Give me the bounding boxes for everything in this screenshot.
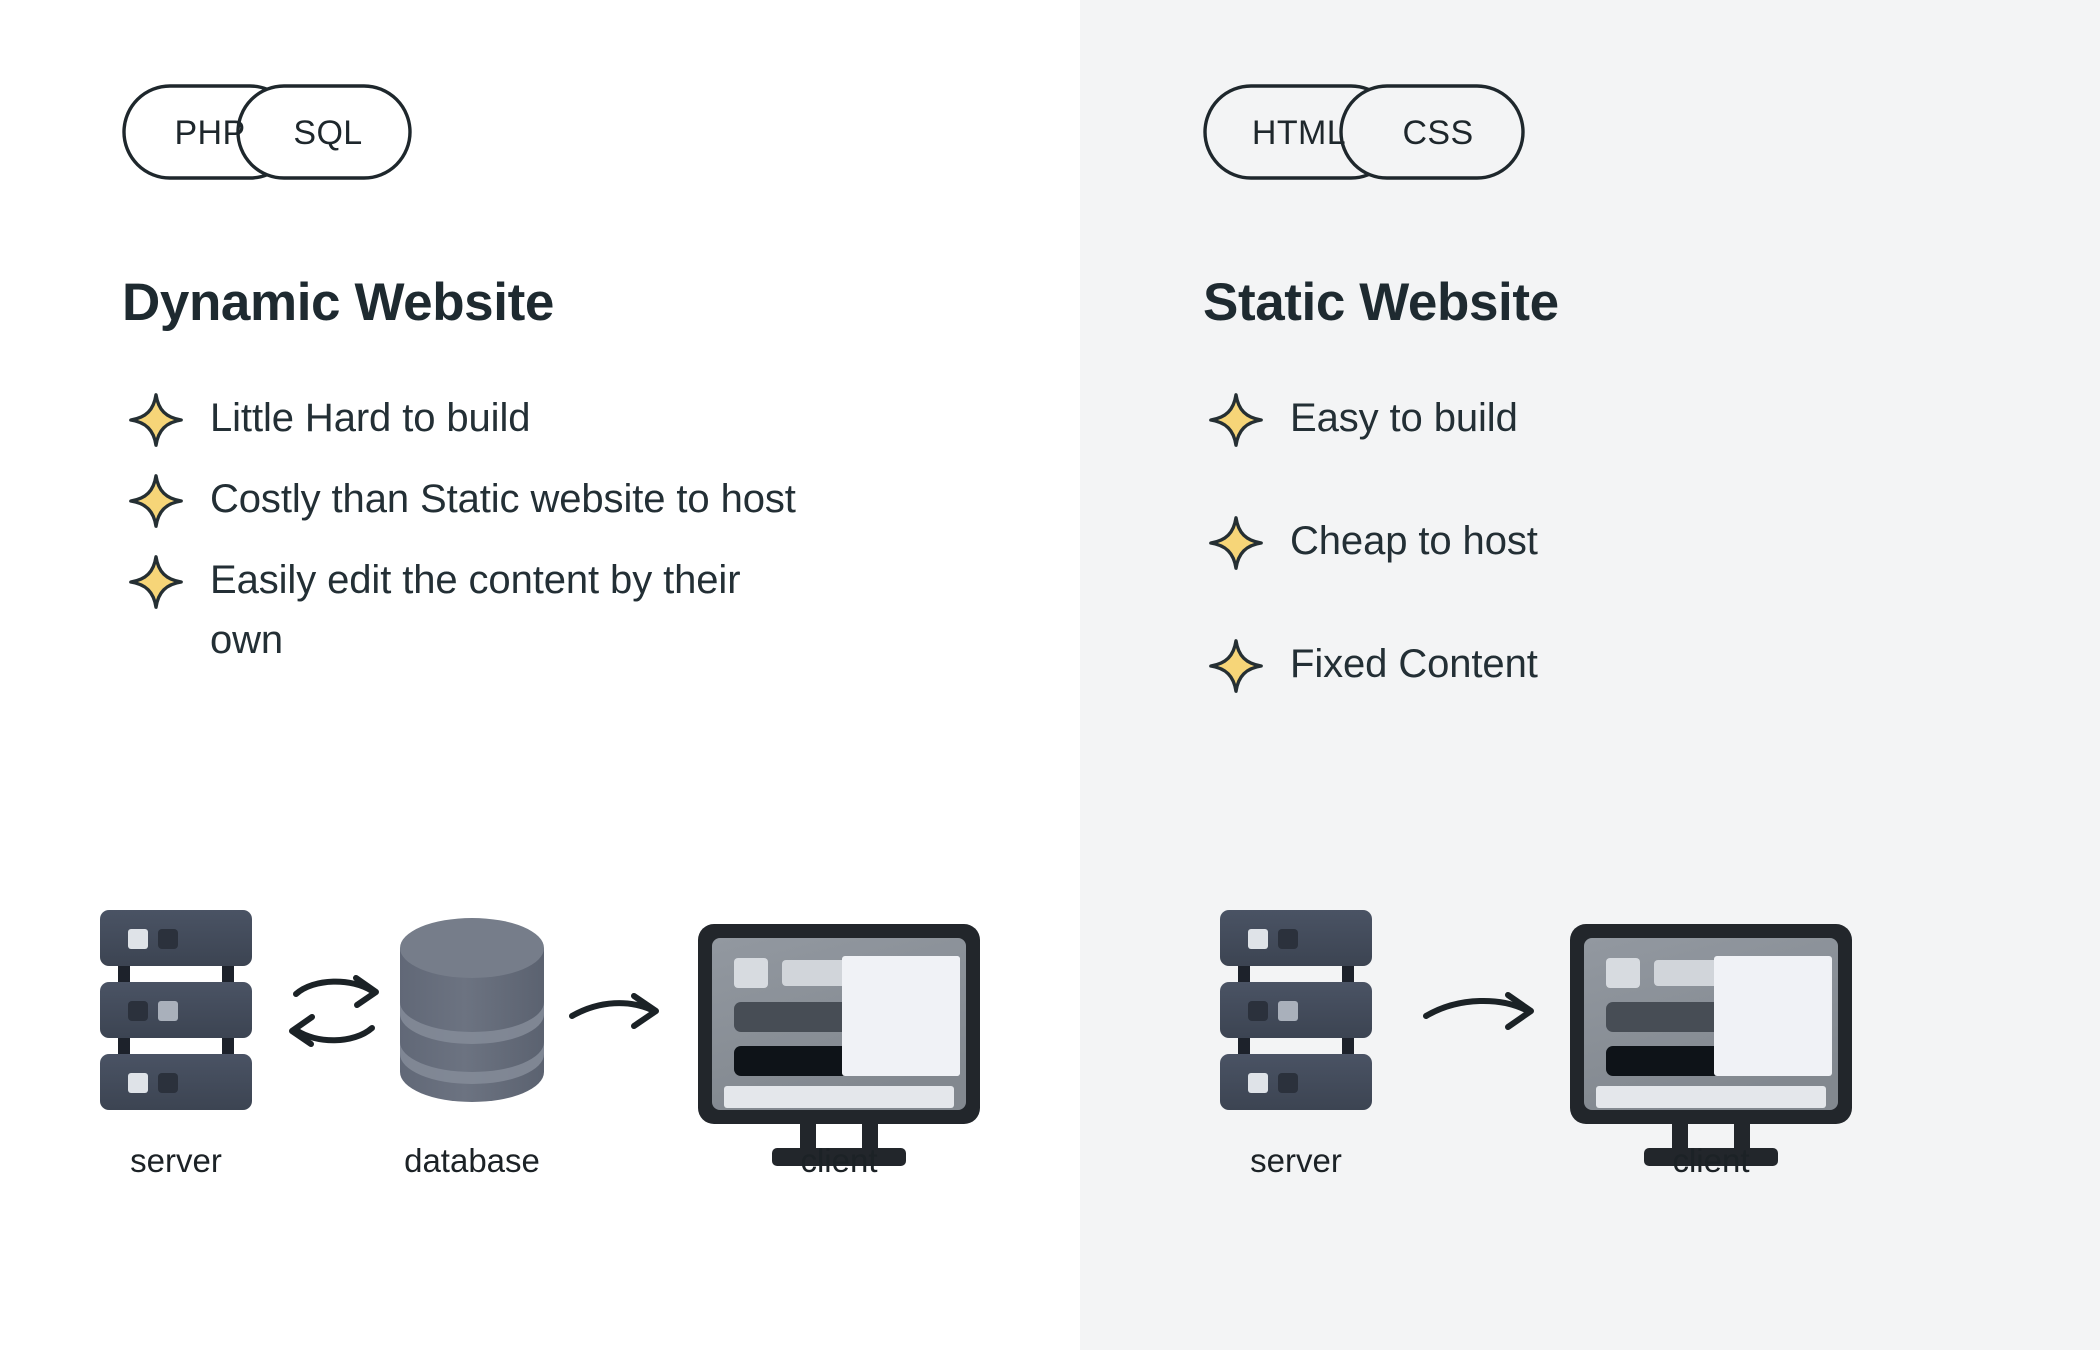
diagram-static: server client bbox=[1220, 910, 1940, 1230]
list-item: Fixed Content bbox=[1208, 634, 1908, 695]
bullet-text: Easy to build bbox=[1290, 396, 1518, 440]
heading-dynamic-website: Dynamic Website bbox=[122, 273, 554, 332]
monitor-icon bbox=[698, 924, 980, 1166]
list-item: Easily edit the content by their own bbox=[128, 550, 888, 672]
tag-group-dynamic: PHP SQL bbox=[122, 82, 482, 182]
panel-dynamic-website: PHP SQL Dynamic Website Little Hard to b… bbox=[0, 0, 1080, 1350]
list-item: Costly than Static website to host bbox=[128, 469, 888, 530]
sparkle-icon bbox=[128, 554, 184, 610]
tag-sql-label: SQL bbox=[293, 114, 362, 152]
monitor-icon bbox=[1570, 924, 1852, 1166]
sparkle-icon bbox=[1208, 515, 1264, 571]
comparison-infographic: PHP SQL Dynamic Website Little Hard to b… bbox=[0, 0, 2100, 1350]
bullet-text: Costly than Static website to host bbox=[210, 476, 796, 521]
server-icon bbox=[1220, 910, 1372, 1110]
sparkle-icon bbox=[1208, 392, 1264, 448]
tag-html-label: HTML bbox=[1252, 114, 1346, 152]
sparkle-icon bbox=[128, 392, 184, 448]
bullet-list-static: Easy to build Cheap to host Fixed Conten… bbox=[1208, 388, 1908, 714]
arrow-right-icon bbox=[1423, 992, 1534, 1030]
label-client: client bbox=[1672, 1142, 1749, 1179]
database-icon bbox=[400, 918, 544, 1102]
bullet-text: Cheap to host bbox=[1290, 518, 1538, 563]
list-item: Cheap to host bbox=[1208, 511, 1908, 572]
bullet-text: Easily edit the content by their own bbox=[210, 557, 741, 663]
list-item: Little Hard to build bbox=[128, 388, 888, 449]
arrow-right-icon bbox=[569, 993, 659, 1029]
arrow-bidirectional-icon bbox=[289, 975, 379, 1047]
label-client: client bbox=[800, 1142, 877, 1179]
sparkle-icon bbox=[1208, 638, 1264, 694]
server-icon bbox=[100, 910, 252, 1110]
diagram-dynamic: server database client bbox=[100, 910, 1000, 1230]
bullet-text: Fixed Content bbox=[1290, 641, 1538, 686]
heading-static-website: Static Website bbox=[1203, 273, 1559, 332]
bullet-text: Little Hard to build bbox=[210, 396, 531, 440]
sparkle-icon bbox=[128, 473, 184, 529]
tag-css-label: CSS bbox=[1402, 114, 1473, 152]
tag-php-label: PHP bbox=[174, 114, 245, 152]
list-item: Easy to build bbox=[1208, 388, 1908, 449]
label-database: database bbox=[404, 1142, 540, 1179]
tag-group-static: HTML CSS bbox=[1203, 82, 1603, 182]
panel-static-website: HTML CSS Static Website Easy to build Ch… bbox=[1080, 0, 2100, 1350]
label-server: server bbox=[130, 1142, 222, 1179]
bullet-list-dynamic: Little Hard to build Costly than Static … bbox=[128, 388, 888, 691]
label-server: server bbox=[1250, 1142, 1342, 1179]
